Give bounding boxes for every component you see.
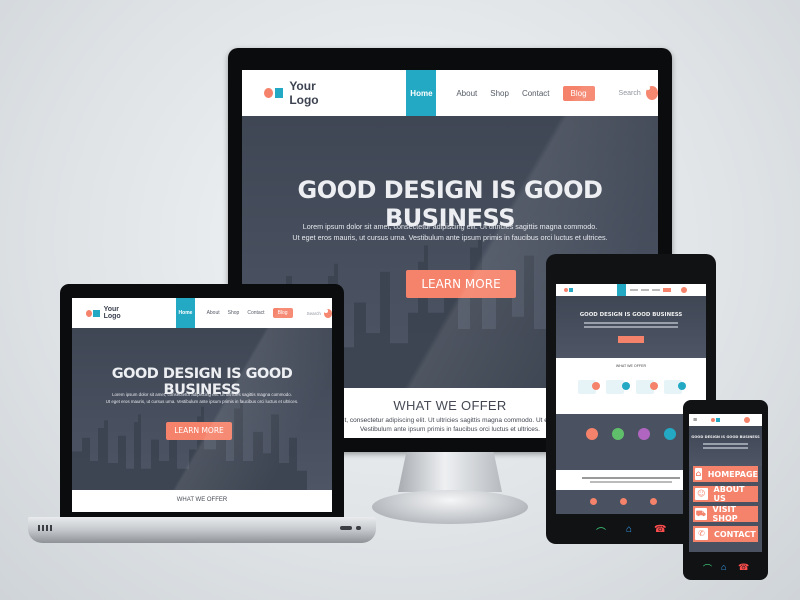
logo-circle-icon bbox=[86, 309, 93, 317]
nav-blog-button[interactable]: Blog bbox=[272, 308, 293, 318]
back-key-icon[interactable]: ⌒ bbox=[703, 562, 712, 575]
step-icon bbox=[586, 428, 598, 440]
laptop-logo[interactable]: Your Logo bbox=[86, 306, 134, 320]
desktop-site-header: Your Logo Home About Shop Contact Blog S… bbox=[242, 70, 658, 116]
feature-icon bbox=[678, 382, 686, 390]
home-icon: ⌂ bbox=[695, 468, 702, 480]
nav-about-link[interactable]: About bbox=[207, 310, 220, 316]
phone-site-header: ≡ bbox=[689, 414, 762, 426]
nav-blog-button[interactable] bbox=[663, 288, 671, 292]
logo-circle-icon bbox=[264, 88, 273, 98]
nav-home-tab[interactable]: Home bbox=[176, 298, 195, 328]
menu-contact-button[interactable]: ✆ CONTACT bbox=[693, 526, 758, 542]
nav-contact-link[interactable]: Contact bbox=[247, 310, 264, 316]
step-icon bbox=[664, 428, 676, 440]
hero-title: GOOD DESIGN IS GOOD BUSINESS bbox=[579, 312, 683, 318]
laptop-indicator bbox=[340, 526, 352, 530]
logo-square-icon bbox=[274, 88, 284, 98]
search-icon[interactable] bbox=[681, 287, 687, 293]
offer-section: WHAT WE OFFER bbox=[72, 490, 332, 512]
logo-square-icon bbox=[569, 288, 573, 292]
learn-more-button[interactable]: LEARN MORE bbox=[406, 270, 516, 298]
monitor-stand-base bbox=[372, 490, 528, 524]
learn-more-button[interactable] bbox=[618, 336, 644, 343]
phone-icon: ✆ bbox=[695, 528, 708, 540]
laptop-hero: GOOD DESIGN IS GOOD BUSINESS Lorem ipsum… bbox=[72, 328, 332, 490]
logo-square-icon bbox=[716, 418, 721, 422]
hero-text-line1: Lorem ipsum dolor sit amet, consectetur … bbox=[112, 392, 292, 397]
nav-shop-link[interactable]: Shop bbox=[228, 310, 240, 316]
monitor-stand-neck bbox=[398, 452, 502, 492]
hero-text-line2: Ut eget eros mauris, ut cursus urna. Ves… bbox=[292, 233, 608, 242]
menu-about-us-button[interactable]: ☺ ABOUT US bbox=[693, 485, 758, 503]
hero-title: GOOD DESIGN IS GOOD BUSINESS bbox=[691, 435, 760, 439]
home-key-icon[interactable]: ⌂ bbox=[626, 524, 632, 535]
desktop-logo[interactable]: Your Logo bbox=[264, 79, 340, 107]
feature-icon bbox=[650, 382, 658, 390]
search-label[interactable]: Search bbox=[307, 311, 321, 316]
laptop-screen: Your Logo Home About Shop Contact Blog S… bbox=[72, 298, 332, 512]
nav-contact-link[interactable]: Contact bbox=[522, 89, 550, 98]
nav-home-tab[interactable]: Home bbox=[406, 70, 437, 116]
home-key-icon[interactable]: ⌂ bbox=[721, 562, 726, 572]
back-key-icon[interactable]: ⌒ bbox=[596, 524, 606, 539]
logo-circle-icon bbox=[564, 288, 568, 292]
tablet-hero: GOOD DESIGN IS GOOD BUSINESS bbox=[556, 296, 706, 358]
search-icon[interactable] bbox=[744, 417, 751, 423]
logo-text: Your Logo bbox=[289, 79, 319, 107]
learn-more-button[interactable]: LEARN MORE bbox=[166, 422, 232, 440]
hero-text-line2: Ut eget eros mauris, ut cursus urna. Ves… bbox=[105, 399, 299, 404]
hamburger-menu-icon[interactable]: ≡ bbox=[693, 417, 697, 424]
laptop-base bbox=[28, 517, 376, 543]
nav-shop-link[interactable]: Shop bbox=[490, 89, 509, 98]
nav-about-link[interactable]: About bbox=[456, 89, 477, 98]
nav-home-tab[interactable] bbox=[617, 284, 626, 296]
user-icon: ☺ bbox=[695, 488, 708, 500]
feature-icon bbox=[592, 382, 600, 390]
step-icon bbox=[612, 428, 624, 440]
tablet-site-header bbox=[556, 284, 706, 296]
search-icon[interactable] bbox=[323, 308, 332, 318]
offer-title: WHAT WE OFFER bbox=[615, 364, 647, 368]
logo-square-icon bbox=[93, 309, 100, 317]
menu-visit-shop-button[interactable]: ⛟ VISIT SHOP bbox=[693, 505, 758, 523]
city-skyline-graphic bbox=[72, 402, 307, 490]
phone-hero: GOOD DESIGN IS GOOD BUSINESS bbox=[689, 426, 762, 466]
logo-circle-icon bbox=[711, 418, 716, 422]
laptop-site-header: Your Logo Home About Shop Contact Blog S… bbox=[72, 298, 332, 328]
menu-homepage-button[interactable]: ⌂ HOMEPAGE bbox=[693, 466, 758, 482]
hero-text-line1: Lorem ipsum dolor sit amet, consectetur … bbox=[302, 222, 598, 231]
offer-title: WHAT WE OFFER bbox=[176, 497, 228, 503]
nav-blog-button[interactable]: Blog bbox=[562, 85, 595, 101]
logo-text: Your Logo bbox=[103, 306, 121, 320]
smartphone: ≡ GOOD DESIGN IS GOOD BUSINESS ⌂ HOMEPAG… bbox=[683, 400, 768, 580]
laptop: Your Logo Home About Shop Contact Blog S… bbox=[60, 284, 344, 522]
end-call-key-icon[interactable]: ☎ bbox=[654, 524, 666, 535]
end-call-key-icon[interactable]: ☎ bbox=[738, 562, 749, 573]
step-icon bbox=[638, 428, 650, 440]
feature-icon bbox=[622, 382, 630, 390]
phone-screen: ≡ GOOD DESIGN IS GOOD BUSINESS ⌂ HOMEPAG… bbox=[689, 414, 762, 552]
search-icon[interactable] bbox=[645, 86, 658, 100]
cart-icon: ⛟ bbox=[695, 508, 707, 520]
search-label[interactable]: Search bbox=[619, 90, 641, 97]
